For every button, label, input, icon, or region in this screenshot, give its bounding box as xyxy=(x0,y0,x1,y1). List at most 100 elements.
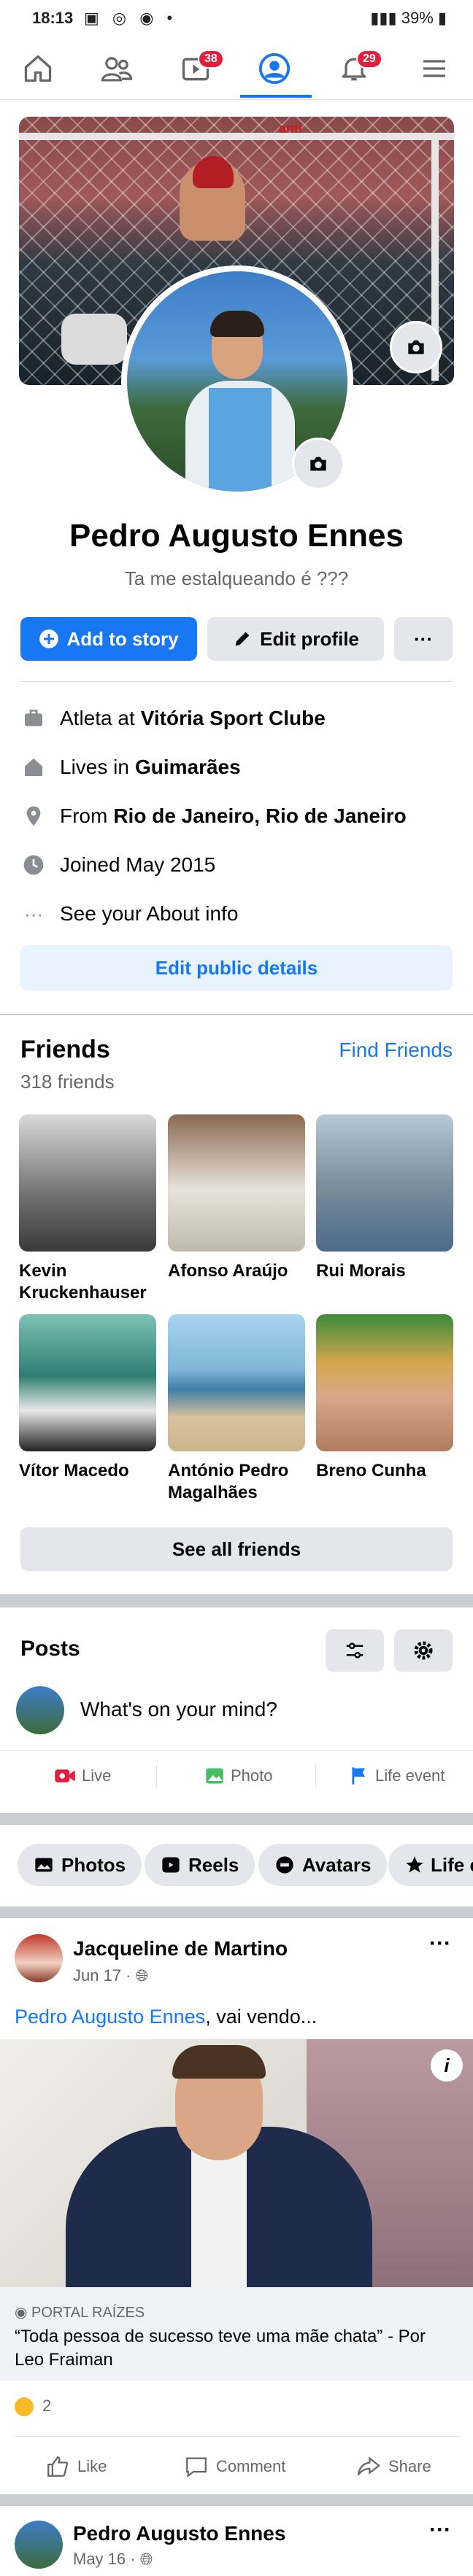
share-label: Share xyxy=(388,2457,431,2475)
notifications-badge: 29 xyxy=(356,50,382,69)
see-all-friends-button[interactable]: See all friends xyxy=(20,1527,453,1571)
chip-photos[interactable]: Photos xyxy=(18,1844,142,1886)
chip-life-events-label: Life e xyxy=(431,1853,473,1876)
notifications-tab[interactable]: 29 xyxy=(328,45,382,92)
settings-button[interactable] xyxy=(394,1629,453,1672)
friend-name: Breno Cunha xyxy=(316,1461,426,1481)
composer-photo-button[interactable]: Photo xyxy=(204,1758,273,1794)
star-icon xyxy=(406,1856,423,1873)
friend-photo xyxy=(19,1114,156,1252)
post-author-name[interactable]: Pedro Augusto Ennes xyxy=(73,2522,285,2545)
friend-name: Vítor Macedo xyxy=(19,1461,129,1481)
post-date: May 16 · 🌐︎ xyxy=(73,2550,153,2569)
watch-badge: 38 xyxy=(198,50,224,69)
detail-work-value[interactable]: Vitória Sport Clube xyxy=(141,707,326,730)
post-more-button[interactable]: ··· xyxy=(429,2518,451,2542)
chip-photos-label: Photos xyxy=(61,1853,126,1876)
avatar-shirt xyxy=(209,388,272,492)
friend-photo xyxy=(168,1114,305,1252)
divider xyxy=(315,1765,316,1787)
edit-profile-button[interactable]: Edit profile xyxy=(207,617,384,661)
reactions-count: 2 xyxy=(42,2397,52,2415)
composer-avatar[interactable] xyxy=(16,1686,64,1734)
friends-tab[interactable] xyxy=(91,45,142,92)
sliders-icon xyxy=(346,1642,364,1659)
chip-reels[interactable]: Reels xyxy=(145,1844,255,1886)
home-tab[interactable] xyxy=(12,45,64,92)
post-date-text: May 16 · xyxy=(73,2550,136,2568)
like-icon xyxy=(47,2456,69,2477)
link-headline: “Toda pessoa de sucesso teve uma mãe cha… xyxy=(15,2327,426,2370)
find-friends-link[interactable]: Find Friends xyxy=(339,1039,453,1062)
gear-icon xyxy=(414,1641,433,1660)
haha-reaction-icon xyxy=(15,2397,34,2417)
comment-button[interactable]: Comment xyxy=(184,2448,285,2486)
friend-name: António Pedro Magalhães xyxy=(168,1461,289,1502)
like-label: Like xyxy=(77,2457,107,2475)
home-icon xyxy=(24,55,52,82)
post-more-button[interactable]: ··· xyxy=(429,1931,451,1956)
composer-life-event-button[interactable]: Life event xyxy=(349,1758,445,1794)
reactions-summary[interactable]: 2 xyxy=(15,2397,52,2417)
friend-card[interactable]: António Pedro Magalhães xyxy=(168,1314,305,1504)
detail-joined-text: Joined May 2015 xyxy=(60,853,216,876)
status-time: 18:13 xyxy=(32,9,74,27)
share-button[interactable]: Share xyxy=(356,2448,431,2486)
section-separator xyxy=(0,2494,473,2506)
camera-icon xyxy=(310,457,326,471)
detail-from-value[interactable]: Rio de Janeiro, Rio de Janeiro xyxy=(113,804,406,828)
post-date-text: Jun 17 · xyxy=(73,1966,131,1985)
post-author-avatar[interactable] xyxy=(15,1934,63,1982)
info-icon[interactable]: i xyxy=(431,2049,463,2082)
watch-tab[interactable]: 38 xyxy=(170,45,224,92)
top-nav: 38 29 xyxy=(0,38,473,100)
cover-goal-bar xyxy=(19,133,454,140)
globe-icon: 🌐︎ xyxy=(135,1966,149,1985)
cover-sign-text: anti xyxy=(279,121,303,136)
friend-card[interactable]: Afonso Araújo xyxy=(168,1114,305,1282)
status-bar: 18:13 ▣ ◎ ◉ • ▮▮▮ 39% ▮ xyxy=(0,0,473,38)
ellipsis-icon: ··· xyxy=(24,902,43,925)
hamburger-menu-icon xyxy=(423,60,445,77)
edit-cover-button[interactable] xyxy=(390,321,442,373)
post-author-name[interactable]: Jacqueline de Martino xyxy=(73,1937,288,1960)
link-source: ◉ PORTAL RAÍZES xyxy=(15,2303,145,2321)
profile-name: Pedro Augusto Ennes xyxy=(69,518,404,554)
detail-about[interactable]: ··· See your About info xyxy=(20,899,238,928)
detail-lives-value[interactable]: Guimarães xyxy=(135,756,241,779)
avatars-icon xyxy=(276,1856,293,1874)
friend-photo xyxy=(19,1314,156,1451)
signal-icon: ▮▮▮ xyxy=(370,9,401,27)
posts-title: Posts xyxy=(20,1637,80,1661)
friend-card[interactable]: Breno Cunha xyxy=(316,1314,453,1482)
section-separator xyxy=(0,1014,473,1015)
link-preview-card[interactable]: ◉ PORTAL RAÍZES “Toda pessoa de sucesso … xyxy=(0,2287,473,2381)
edit-public-details-button[interactable]: Edit public details xyxy=(20,945,453,990)
post-image[interactable]: i xyxy=(0,2039,473,2287)
chip-avatars[interactable]: Avatars xyxy=(258,1844,388,1886)
post-date: Jun 17 · 🌐︎ xyxy=(73,1966,148,1985)
post-tag-link[interactable]: Pedro Augusto Ennes xyxy=(15,2006,205,2028)
post-image-hair xyxy=(172,2045,266,2079)
section-separator xyxy=(0,1594,473,1607)
profile-tab[interactable] xyxy=(249,45,300,92)
post-author-avatar[interactable] xyxy=(15,2521,63,2569)
friends-count: 318 friends xyxy=(20,1071,115,1093)
detail-from: From Rio de Janeiro, Rio de Janeiro xyxy=(20,802,407,831)
composer-live-button[interactable]: Live xyxy=(54,1758,111,1794)
edit-profile-picture-button[interactable] xyxy=(292,438,345,490)
composer-input[interactable]: What's on your mind? xyxy=(80,1698,277,1721)
filter-button[interactable] xyxy=(326,1629,384,1672)
section-separator xyxy=(0,1906,473,1918)
profile-icon xyxy=(258,53,291,85)
friend-card[interactable]: Kevin Kruckenhauser xyxy=(19,1114,156,1304)
friend-card[interactable]: Rui Morais xyxy=(316,1114,453,1282)
more-dots-icon: ··· xyxy=(414,627,433,650)
profile-more-button[interactable]: ··· xyxy=(394,617,453,661)
menu-tab[interactable] xyxy=(409,45,460,92)
chip-reels-label: Reels xyxy=(188,1853,239,1876)
add-to-story-button[interactable]: Add to story xyxy=(20,617,197,661)
chip-life-events[interactable]: Life e xyxy=(388,1844,473,1886)
friend-card[interactable]: Vítor Macedo xyxy=(19,1314,156,1482)
like-button[interactable]: Like xyxy=(45,2448,107,2486)
